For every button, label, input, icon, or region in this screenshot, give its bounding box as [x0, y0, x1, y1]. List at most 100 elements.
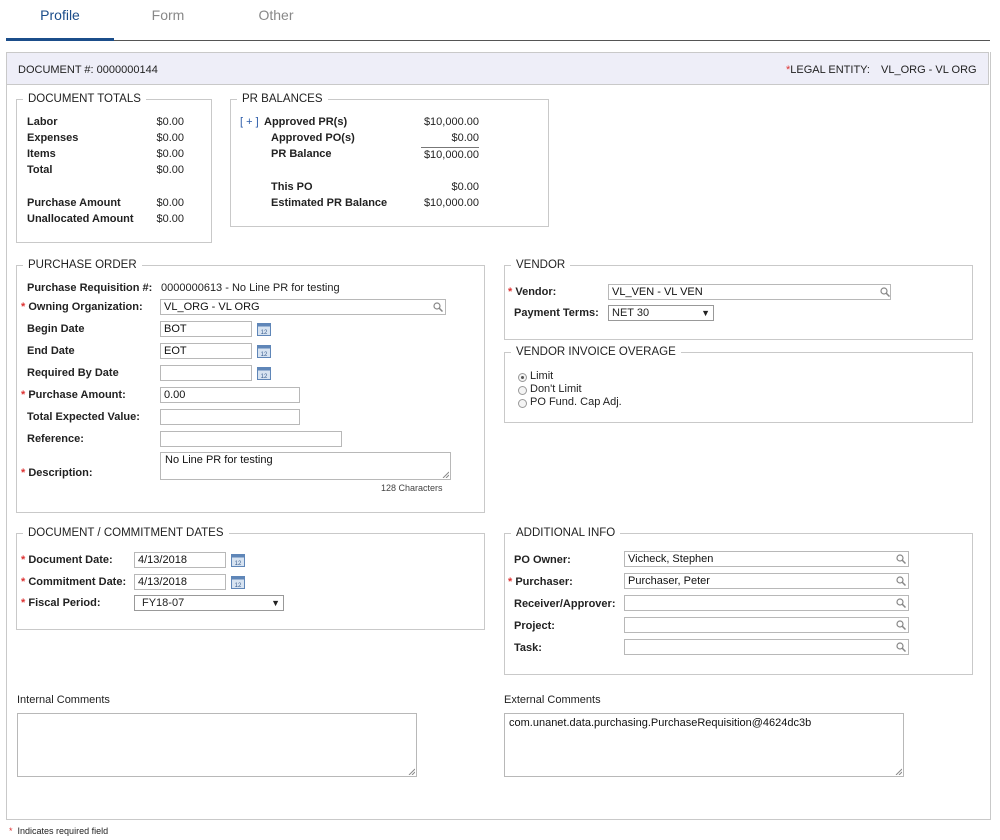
- vendor-invoice-overage-legend: VENDOR INVOICE OVERAGE: [511, 345, 681, 359]
- svg-text:12: 12: [235, 583, 242, 589]
- legal-entity-label: *LEGAL ENTITY:: [786, 64, 870, 76]
- purchase-order-section: PURCHASE ORDER Purchase Requisition #: 0…: [16, 258, 485, 513]
- dates-section: DOCUMENT / COMMITMENT DATES * Document D…: [16, 526, 485, 630]
- estimated-pr-balance-value: $10,000.00: [423, 197, 479, 209]
- approved-prs-value: $10,000.00: [423, 116, 479, 128]
- purchase-amount-input[interactable]: 0.00: [160, 387, 300, 403]
- svg-text:12: 12: [261, 330, 268, 336]
- this-po-label: This PO: [271, 181, 313, 193]
- additional-info-section: ADDITIONAL INFO PO Owner: Vicheck, Steph…: [504, 526, 973, 675]
- task-input[interactable]: [624, 639, 909, 655]
- vendor-section: VENDOR * Vendor: VL_VEN - VL VEN Payment…: [504, 258, 973, 340]
- tab-divider: [6, 40, 990, 41]
- begin-date-label: Begin Date: [27, 323, 85, 335]
- approved-pos-value: $0.00: [451, 132, 479, 144]
- expand-pr-link[interactable]: [ + ]: [240, 116, 259, 128]
- external-comments-textarea[interactable]: com.unanet.data.purchasing.PurchaseRequi…: [504, 713, 904, 777]
- total-label: Total: [27, 164, 53, 176]
- tab-form[interactable]: Form: [114, 0, 222, 40]
- vendor-input[interactable]: VL_VEN - VL VEN: [608, 284, 891, 300]
- purchase-amount-label: * Purchase Amount:: [21, 389, 126, 401]
- project-input[interactable]: [624, 617, 909, 633]
- limit-label: Limit: [530, 370, 554, 382]
- po-fund-cap-label: PO Fund. Cap Adj.: [530, 396, 622, 408]
- owning-organization-input[interactable]: VL_ORG - VL ORG: [160, 299, 446, 315]
- required-by-date-input[interactable]: [160, 365, 252, 381]
- labor-value: $0.00: [156, 116, 184, 128]
- fiscal-period-select[interactable]: FY18-07 ▼: [134, 595, 284, 611]
- expenses-label: Expenses: [27, 132, 79, 144]
- reference-input[interactable]: [160, 431, 342, 447]
- owning-organization-label: * Owning Organization:: [21, 301, 143, 313]
- purchase-amount-total-value: $0.00: [156, 197, 184, 209]
- dont-limit-label: Don't Limit: [530, 383, 582, 395]
- document-totals-legend: DOCUMENT TOTALS: [23, 92, 146, 106]
- resize-grip-icon[interactable]: [442, 471, 449, 478]
- payment-terms-label: Payment Terms:: [514, 307, 599, 319]
- svg-text:12: 12: [261, 352, 268, 358]
- unallocated-amount-label: Unallocated Amount: [27, 213, 134, 225]
- po-owner-input[interactable]: Vicheck, Stephen: [624, 551, 909, 567]
- tab-other[interactable]: Other: [222, 0, 330, 40]
- calendar-icon[interactable]: 12: [257, 344, 271, 358]
- search-icon[interactable]: [896, 576, 906, 586]
- purchase-amount-total-label: Purchase Amount: [27, 197, 121, 209]
- description-char-count: 128 Characters: [381, 483, 443, 493]
- search-icon[interactable]: [896, 598, 906, 608]
- description-textarea[interactable]: No Line PR for testing: [160, 452, 451, 480]
- total-expected-value-label: Total Expected Value:: [27, 411, 140, 423]
- reference-label: Reference:: [27, 433, 84, 445]
- description-text: No Line PR for testing: [165, 454, 273, 466]
- purchase-requisition-value: 0000000613 - No Line PR for testing: [161, 282, 340, 294]
- search-icon[interactable]: [433, 302, 443, 312]
- payment-terms-value: NET 30: [612, 307, 650, 319]
- external-comments-label: External Comments: [504, 694, 601, 706]
- pr-balances-section: PR BALANCES [ + ] Approved PR(s) $10,000…: [230, 92, 549, 227]
- document-number: 0000000144: [96, 64, 158, 76]
- document-header: DOCUMENT #: 0000000144 *LEGAL ENTITY: VL…: [6, 52, 989, 85]
- begin-date-input[interactable]: BOT: [160, 321, 252, 337]
- search-icon[interactable]: [896, 620, 906, 630]
- calendar-icon[interactable]: 12: [231, 575, 245, 589]
- external-comments-text: com.unanet.data.purchasing.PurchaseRequi…: [509, 717, 812, 729]
- receiver-approver-input[interactable]: [624, 595, 909, 611]
- additional-info-legend: ADDITIONAL INFO: [511, 526, 621, 540]
- required-field-note: * Indicates required field: [9, 826, 109, 836]
- document-date-input[interactable]: 4/13/2018: [134, 552, 226, 568]
- internal-comments-textarea[interactable]: [17, 713, 417, 777]
- total-expected-value-input[interactable]: [160, 409, 300, 425]
- purchase-order-legend: PURCHASE ORDER: [23, 258, 142, 272]
- description-label: * Description:: [21, 467, 93, 479]
- resize-grip-icon[interactable]: [408, 768, 415, 775]
- resize-grip-icon[interactable]: [895, 768, 902, 775]
- payment-terms-select[interactable]: NET 30 ▼: [608, 305, 714, 321]
- limit-radio[interactable]: [518, 373, 527, 382]
- purchaser-input[interactable]: Purchaser, Peter: [624, 573, 909, 589]
- vendor-legend: VENDOR: [511, 258, 571, 272]
- po-fund-cap-radio[interactable]: [518, 399, 527, 408]
- dropdown-arrow-icon: ▼: [701, 308, 710, 318]
- search-icon[interactable]: [896, 554, 906, 564]
- unallocated-amount-value: $0.00: [156, 213, 184, 225]
- document-number-label: DOCUMENT #: 0000000144: [18, 64, 158, 76]
- pr-balance-label: PR Balance: [271, 148, 332, 160]
- task-label: Task:: [514, 642, 542, 654]
- tab-active-indicator: [6, 38, 114, 41]
- this-po-value: $0.00: [451, 181, 479, 193]
- sum-divider: [421, 147, 479, 148]
- internal-comments-label: Internal Comments: [17, 694, 110, 706]
- commitment-date-input[interactable]: 4/13/2018: [134, 574, 226, 590]
- approved-prs-label: Approved PR(s): [264, 116, 348, 128]
- calendar-icon[interactable]: 12: [257, 322, 271, 336]
- dont-limit-radio[interactable]: [518, 386, 527, 395]
- tab-profile[interactable]: Profile: [6, 0, 114, 40]
- search-icon[interactable]: [896, 642, 906, 652]
- calendar-icon[interactable]: 12: [231, 553, 245, 567]
- pr-balances-legend: PR BALANCES: [237, 92, 328, 106]
- end-date-input[interactable]: EOT: [160, 343, 252, 359]
- purchaser-label: * Purchaser:: [508, 576, 573, 588]
- calendar-icon[interactable]: 12: [257, 366, 271, 380]
- expenses-value: $0.00: [156, 132, 184, 144]
- pr-balance-value: $10,000.00: [423, 149, 479, 161]
- search-icon[interactable]: [880, 287, 890, 297]
